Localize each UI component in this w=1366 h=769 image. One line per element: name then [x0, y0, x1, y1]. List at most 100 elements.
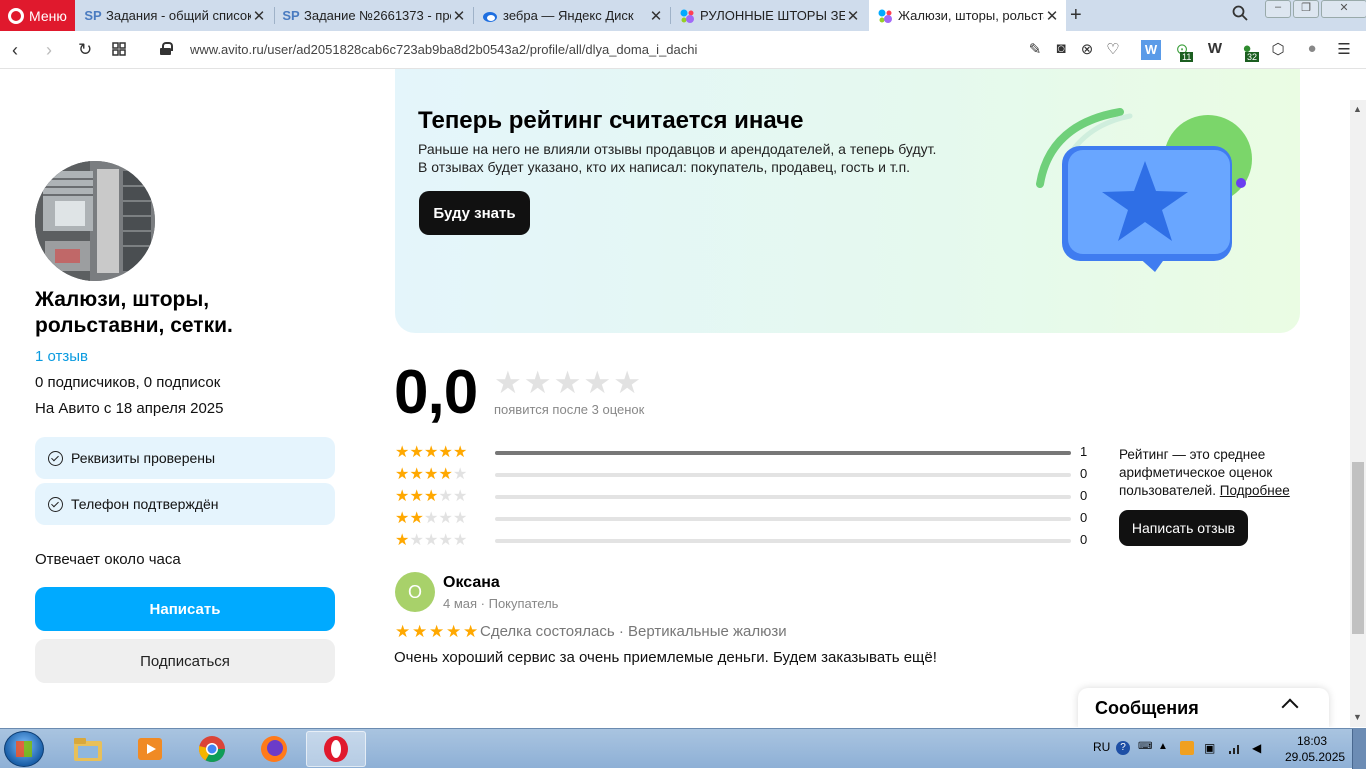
tab-2[interactable]: SP Задание №2661373 - про ✕ [275, 0, 473, 31]
messages-widget[interactable]: Сообщения [1078, 688, 1329, 727]
close-tab-icon[interactable]: ✕ [648, 7, 664, 25]
rating-count: 0 [1080, 488, 1088, 503]
row-stars: ★ ★ ★ ★ ★ [395, 467, 468, 483]
show-desktop-button[interactable] [1352, 729, 1366, 769]
address-bar: ‹ › ↻ www.avito.ru/user/ad2051828cab6c72… [0, 31, 1366, 69]
reload-icon[interactable]: ↻ [78, 40, 92, 60]
avito-icon [877, 8, 893, 24]
reviews-link[interactable]: 1 отзыв [35, 348, 88, 365]
close-tab-icon[interactable]: ✕ [251, 7, 267, 25]
restore-icon[interactable]: ❐ [1293, 0, 1319, 18]
window-close-icon[interactable]: ✕ [1321, 0, 1366, 18]
profile-icon[interactable]: ● [1302, 40, 1322, 60]
easy-setup-icon[interactable]: ☰ [1334, 40, 1354, 60]
star-icon: ★ [424, 532, 439, 549]
camera-icon[interactable]: ◙ [1051, 40, 1071, 60]
tray-expand-icon[interactable]: ▲ [1158, 741, 1172, 755]
review-stars: ★ ★ ★ ★ ★ [395, 623, 480, 640]
star-icon: ★ [395, 488, 410, 505]
network-icon[interactable] [1228, 741, 1242, 755]
close-tab-icon[interactable]: ✕ [451, 7, 467, 25]
page-scrollbar[interactable]: ▲ ▼ [1350, 100, 1366, 727]
star-icon: ★ [395, 510, 410, 527]
back-icon[interactable]: ‹ [12, 40, 18, 61]
edit-icon[interactable]: ✎ [1025, 40, 1045, 60]
rating-bar [495, 473, 1071, 477]
scrollbar-thumb[interactable] [1352, 462, 1364, 634]
star-icon: ★ [553, 365, 582, 400]
subscribe-button[interactable]: Подписаться [35, 639, 335, 683]
page-content: Жалюзи, шторы, рольставни, сетки. 1 отзы… [0, 69, 1350, 727]
wiki-extension-icon[interactable]: W [1205, 40, 1225, 60]
windows-taskbar: RU ? ⌨ ▲ ▣ ◀ 18:03 29.05.2025 [0, 728, 1366, 769]
clock-time[interactable]: 18:03 [1297, 734, 1327, 748]
star-icon: ★ [438, 532, 453, 549]
star-icon: ★ [453, 488, 468, 505]
tab-1[interactable]: SP Задания - общий список з ✕ [77, 0, 273, 31]
keyboard-icon[interactable]: ⌨ [1138, 741, 1152, 755]
star-icon: ★ [453, 466, 468, 483]
lock-icon[interactable] [160, 42, 173, 55]
volume-icon[interactable]: ◀ [1252, 741, 1266, 755]
avatar [35, 161, 155, 281]
tab-5-active[interactable]: Жалюзи, шторы, рольстав ✕ [869, 0, 1066, 31]
url-field[interactable]: www.avito.ru/user/ad2051828cab6c723ab9ba… [190, 42, 697, 57]
adblock-icon[interactable]: ⊗ [1077, 40, 1097, 60]
close-tab-icon[interactable]: ✕ [1044, 7, 1060, 25]
rds-extension-icon[interactable]: ● 32 [1237, 40, 1260, 62]
star-icon: ★ [494, 365, 522, 400]
row-stars: ★ ★ ★ ★ ★ [395, 511, 468, 527]
more-link[interactable]: Подробнее [1220, 483, 1290, 498]
close-tab-icon[interactable]: ✕ [845, 7, 861, 25]
got-it-button[interactable]: Буду знать [419, 191, 530, 235]
profile-name: Жалюзи, шторы, рольставни, сетки. [35, 288, 233, 337]
seo-extension-icon[interactable]: ⊙ 11 [1172, 40, 1194, 62]
star-icon: ★ [409, 466, 424, 483]
star-icon: ★ [409, 532, 424, 549]
review-deal: Сделка состоялась · Вертикальные жалюзи [480, 623, 787, 640]
rating-bar-fill [495, 451, 1071, 455]
scroll-up-icon[interactable]: ▲ [1353, 104, 1362, 114]
forward-icon[interactable]: › [46, 40, 52, 61]
search-tabs-icon[interactable] [1232, 5, 1248, 26]
new-tab-icon[interactable]: + [1070, 4, 1082, 27]
chevron-up-icon[interactable] [1281, 698, 1299, 716]
opera-taskbar-icon[interactable] [306, 731, 366, 767]
browser-tabstrip: Меню SP Задания - общий список з ✕ SP За… [0, 0, 1366, 31]
speed-dial-icon[interactable] [112, 40, 126, 61]
disk-icon [482, 8, 498, 24]
write-button[interactable]: Написать [35, 587, 335, 631]
scroll-down-icon[interactable]: ▼ [1353, 712, 1362, 722]
star-icon: ★ [412, 622, 428, 641]
language-indicator[interactable]: RU [1093, 740, 1110, 754]
opera-menu-button[interactable]: Меню [0, 0, 75, 31]
help-icon[interactable]: ? [1116, 741, 1130, 755]
minimize-icon[interactable]: – [1265, 0, 1291, 18]
chrome-taskbar-icon[interactable] [182, 731, 242, 767]
firefox-taskbar-icon[interactable] [244, 731, 304, 767]
star-icon: ★ [429, 622, 445, 641]
usb-icon[interactable]: ▣ [1204, 741, 1218, 755]
star-icon: ★ [453, 444, 468, 461]
cube-extension-icon[interactable]: ⬡ [1268, 40, 1288, 60]
clock-date[interactable]: 29.05.2025 [1285, 750, 1345, 764]
window-controls: – ❐ ✕ [1265, 0, 1366, 18]
explorer-taskbar-icon[interactable] [58, 731, 118, 767]
sp-favicon-icon: SP [84, 8, 102, 23]
tab-4[interactable]: РУЛОННЫЕ ШТОРЫ ЗЕБРА ✕ [671, 0, 867, 31]
w-extension-icon[interactable]: W [1141, 40, 1161, 60]
row-stars: ★ ★ ★ ★ ★ [395, 445, 468, 461]
heart-icon[interactable]: ♡ [1103, 40, 1123, 60]
star-icon: ★ [438, 510, 453, 527]
star-icon: ★ [453, 510, 468, 527]
tab-title: Жалюзи, шторы, рольстав [898, 8, 1044, 23]
star-icon: ★ [424, 444, 439, 461]
star-icon: ★ [438, 444, 453, 461]
write-review-button[interactable]: Написать отзыв [1119, 510, 1248, 546]
tray-app-icon[interactable] [1180, 741, 1194, 755]
start-button[interactable] [4, 731, 44, 767]
media-player-taskbar-icon[interactable] [120, 731, 180, 767]
star-icon: ★ [613, 365, 641, 400]
tab-3[interactable]: зебра — Яндекс Диск ✕ [474, 0, 670, 31]
star-icon: ★ [424, 466, 439, 483]
